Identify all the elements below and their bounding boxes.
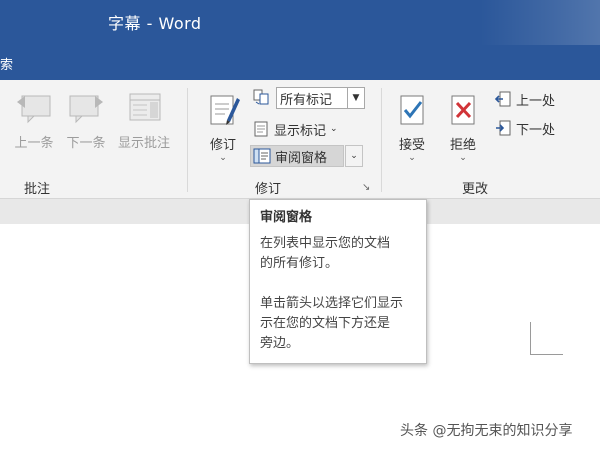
next-change-label: 下一处 bbox=[516, 122, 556, 138]
next-change-button[interactable]: 下一处 bbox=[494, 117, 555, 139]
comments-group-label: 批注 bbox=[24, 182, 51, 197]
tooltip-line: 的所有修订。 bbox=[260, 256, 339, 271]
reviewing-pane-tooltip: 审阅窗格 在列表中显示您的文档 的所有修订。 单击箭头以选择它们显示 示在您的文… bbox=[249, 199, 427, 364]
next-comment-button[interactable]: 下一条 bbox=[62, 90, 110, 151]
track-changes-button[interactable]: 修订 ⌄ bbox=[202, 90, 244, 163]
reject-icon bbox=[451, 95, 475, 125]
reviewing-pane-dropdown-button[interactable]: ⌄ bbox=[345, 145, 363, 167]
title-bar-decoration bbox=[480, 0, 600, 45]
track-changes-label: 修订 bbox=[209, 138, 236, 153]
reviewing-pane-label: 审阅窗格 bbox=[275, 150, 328, 166]
tooltip-description: 在列表中显示您的文档 的所有修订。 bbox=[260, 234, 416, 274]
show-comments-label: 显示批注 bbox=[117, 136, 170, 151]
chevron-down-icon[interactable]: ▼ bbox=[347, 88, 364, 108]
previous-change-icon bbox=[494, 91, 511, 107]
display-for-review-icon bbox=[253, 89, 269, 105]
tooltip-hint: 单击箭头以选择它们显示 示在您的文档下方还是 旁边。 bbox=[260, 294, 416, 354]
tooltip-line: 旁边。 bbox=[260, 336, 300, 351]
tab-search-partial[interactable]: 索 bbox=[0, 54, 13, 73]
reject-button[interactable]: 拒绝 ⌄ bbox=[443, 90, 483, 163]
tooltip-line: 在列表中显示您的文档 bbox=[260, 236, 391, 251]
group-separator bbox=[381, 88, 382, 192]
next-comment-icon bbox=[69, 95, 103, 124]
chevron-down-icon: ⌄ bbox=[350, 151, 358, 161]
accept-label: 接受 bbox=[398, 138, 425, 153]
changes-group-label: 更改 bbox=[462, 182, 489, 197]
display-for-review-button[interactable] bbox=[252, 86, 274, 108]
chevron-down-icon: ⌄ bbox=[408, 153, 416, 163]
previous-change-label: 上一处 bbox=[516, 93, 556, 109]
show-markup-label: 显示标记 bbox=[274, 123, 327, 139]
markup-display-value: 所有标记 bbox=[280, 92, 333, 108]
accept-button[interactable]: 接受 ⌄ bbox=[392, 90, 432, 163]
tooltip-line: 单击箭头以选择它们显示 bbox=[260, 296, 404, 311]
previous-comment-label: 上一条 bbox=[14, 136, 54, 151]
page-corner-mark bbox=[530, 322, 563, 355]
tracking-group-label: 修订 bbox=[255, 182, 282, 197]
chevron-down-icon: ⌄ bbox=[219, 153, 227, 163]
show-markup-button[interactable]: 显示标记 ⌄ bbox=[252, 118, 338, 140]
group-separator bbox=[187, 88, 188, 192]
previous-comment-button[interactable]: 上一条 bbox=[10, 90, 58, 151]
previous-change-button[interactable]: 上一处 bbox=[494, 88, 555, 110]
accept-icon bbox=[400, 95, 424, 125]
window-title: 字幕 - Word bbox=[108, 14, 202, 33]
ribbon-tab-strip: 索 bbox=[0, 45, 600, 80]
track-changes-icon bbox=[210, 95, 240, 125]
ribbon: 上一条 下一条 显示批注 批注 修订 ⌄ 所有标记 ▼ 显示标记 ⌄ 审阅窗格 … bbox=[0, 80, 600, 199]
tooltip-title: 审阅窗格 bbox=[260, 210, 313, 225]
next-comment-label: 下一条 bbox=[66, 136, 106, 151]
title-bar: 字幕 - Word bbox=[0, 0, 600, 45]
show-markup-icon bbox=[254, 121, 268, 137]
markup-display-dropdown[interactable]: 所有标记 ▼ bbox=[276, 87, 365, 109]
show-comments-icon bbox=[129, 93, 161, 121]
chevron-down-icon: ⌄ bbox=[330, 124, 338, 134]
reject-label: 拒绝 bbox=[449, 138, 476, 153]
dialog-launcher-icon[interactable]: ↘ bbox=[362, 182, 370, 193]
chevron-down-icon: ⌄ bbox=[459, 153, 467, 163]
show-comments-button[interactable]: 显示批注 bbox=[112, 90, 176, 151]
reviewing-pane-button[interactable]: 审阅窗格 bbox=[250, 145, 344, 167]
watermark-text: 头条 @无拘无束的知识分享 bbox=[400, 423, 573, 439]
previous-comment-icon bbox=[17, 95, 51, 124]
reviewing-pane-icon bbox=[253, 148, 271, 164]
tooltip-line: 示在您的文档下方还是 bbox=[260, 316, 391, 331]
next-change-icon bbox=[496, 120, 511, 136]
